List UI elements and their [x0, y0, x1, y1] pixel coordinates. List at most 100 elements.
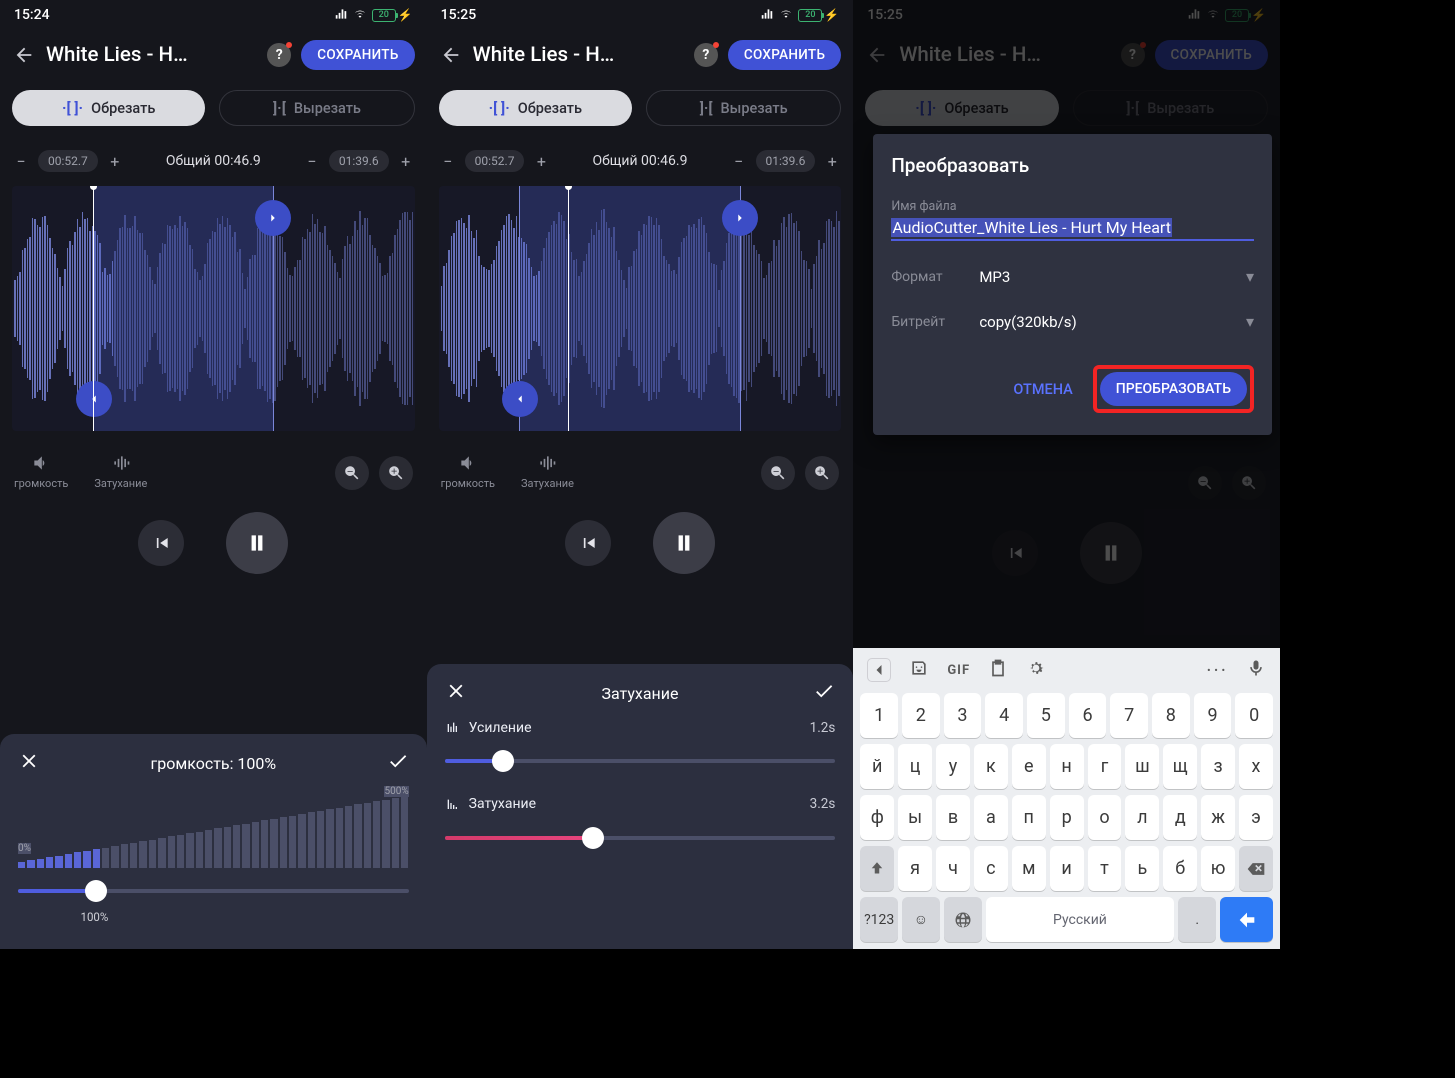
key-н[interactable]: н	[1050, 744, 1084, 789]
trim-button[interactable]: ·[ ]·Обрезать	[12, 90, 205, 126]
key-7[interactable]: 7	[1110, 693, 1148, 738]
enter-key[interactable]	[1220, 897, 1273, 942]
key-5[interactable]: 5	[1027, 693, 1065, 738]
handle-left[interactable]	[502, 381, 538, 417]
key-я[interactable]: я	[898, 846, 932, 891]
space-key[interactable]: Русский	[986, 897, 1175, 942]
key-е[interactable]: е	[1012, 744, 1046, 789]
lang-key[interactable]	[944, 897, 982, 942]
key-4[interactable]: 4	[985, 693, 1023, 738]
playhead[interactable]	[93, 186, 94, 431]
fade-in-slider[interactable]	[445, 746, 836, 776]
selection-range[interactable]	[93, 186, 274, 431]
key-ж[interactable]: ж	[1201, 795, 1235, 840]
zoom-out-button[interactable]	[335, 456, 369, 490]
cut-button[interactable]: ]·[Вырезать	[219, 90, 414, 126]
trim-button[interactable]: ·[ ]·Обрезать	[439, 90, 632, 126]
key-к[interactable]: к	[974, 744, 1008, 789]
fade-button[interactable]: Затухание	[521, 453, 574, 490]
start-minus-button[interactable]: −	[12, 152, 30, 170]
key-й[interactable]: й	[860, 744, 894, 789]
key-с[interactable]: с	[974, 846, 1008, 891]
key-з[interactable]: з	[1201, 744, 1235, 789]
key-х[interactable]: х	[1239, 744, 1273, 789]
filename-field[interactable]: AudioCutter_White Lies - Hurt My Heart	[891, 216, 1254, 241]
end-time[interactable]: 01:39.6	[329, 150, 389, 172]
cancel-button[interactable]: ОТМЕНА	[1007, 373, 1078, 406]
symbols-key[interactable]: ?123	[860, 897, 898, 942]
back-button[interactable]	[439, 43, 463, 67]
key-г[interactable]: г	[1088, 744, 1122, 789]
volume-button[interactable]: громкость	[14, 453, 68, 490]
key-и[interactable]: и	[1050, 846, 1084, 891]
start-time[interactable]: 00:52.7	[38, 150, 98, 172]
cut-button[interactable]: ]·[Вырезать	[646, 90, 841, 126]
start-plus-button[interactable]: +	[106, 152, 124, 170]
sticker-icon[interactable]	[909, 658, 929, 682]
zoom-out-button[interactable]	[761, 456, 795, 490]
key-8[interactable]: 8	[1152, 693, 1190, 738]
confirm-icon[interactable]	[387, 750, 409, 776]
confirm-icon[interactable]	[813, 680, 835, 706]
backspace-key[interactable]	[1239, 846, 1273, 891]
zoom-in-button[interactable]	[379, 456, 413, 490]
key-т[interactable]: т	[1088, 846, 1122, 891]
mic-icon[interactable]	[1246, 658, 1266, 682]
key-ф[interactable]: ф	[860, 795, 894, 840]
key-ц[interactable]: ц	[898, 744, 932, 789]
key-ш[interactable]: ш	[1125, 744, 1159, 789]
key-ь[interactable]: ь	[1125, 846, 1159, 891]
end-plus-button[interactable]: +	[397, 152, 415, 170]
key-м[interactable]: м	[1012, 846, 1046, 891]
key-в[interactable]: в	[936, 795, 970, 840]
period-key[interactable]: .	[1178, 897, 1216, 942]
close-icon[interactable]	[445, 680, 467, 706]
emoji-key[interactable]: ☺	[902, 897, 940, 942]
waveform[interactable]: 01:18.9	[439, 186, 842, 431]
gear-icon[interactable]	[1026, 658, 1046, 682]
key-ы[interactable]: ы	[898, 795, 932, 840]
clipboard-icon[interactable]	[988, 658, 1008, 682]
handle-left[interactable]	[76, 381, 112, 417]
skip-start-button[interactable]	[138, 520, 184, 566]
key-п[interactable]: п	[1012, 795, 1046, 840]
end-minus-button[interactable]: −	[303, 152, 321, 170]
back-button[interactable]	[12, 43, 36, 67]
keyboard[interactable]: GIF ··· 1234567890 йцукенгшщзх фывапролд…	[853, 648, 1280, 949]
handle-right[interactable]	[255, 200, 291, 236]
key-б[interactable]: б	[1163, 846, 1197, 891]
key-л[interactable]: л	[1125, 795, 1159, 840]
key-ю[interactable]: ю	[1201, 846, 1235, 891]
key-а[interactable]: а	[974, 795, 1008, 840]
volume-slider[interactable]	[18, 876, 409, 906]
fade-out-slider[interactable]	[445, 823, 836, 853]
help-button[interactable]: ?	[694, 43, 718, 67]
save-button[interactable]: СОХРАНИТЬ	[728, 40, 841, 70]
key-9[interactable]: 9	[1194, 693, 1232, 738]
convert-button[interactable]: ПРЕОБРАЗОВАТЬ	[1100, 372, 1247, 406]
gif-button[interactable]: GIF	[947, 663, 970, 678]
save-button[interactable]: СОХРАНИТЬ	[301, 40, 414, 70]
more-icon[interactable]: ···	[1206, 658, 1228, 682]
key-1[interactable]: 1	[860, 693, 898, 738]
pause-button[interactable]	[653, 512, 715, 574]
key-ч[interactable]: ч	[936, 846, 970, 891]
key-д[interactable]: д	[1163, 795, 1197, 840]
key-р[interactable]: р	[1050, 795, 1084, 840]
shift-key[interactable]	[860, 846, 894, 891]
help-button[interactable]: ?	[267, 43, 291, 67]
volume-button[interactable]: громкость	[441, 453, 495, 490]
fade-button[interactable]: Затухание	[94, 453, 147, 490]
key-3[interactable]: 3	[944, 693, 982, 738]
close-icon[interactable]	[18, 750, 40, 776]
zoom-in-button[interactable]	[805, 456, 839, 490]
key-щ[interactable]: щ	[1163, 744, 1197, 789]
key-о[interactable]: о	[1088, 795, 1122, 840]
waveform[interactable]: 01:03.4	[12, 186, 415, 431]
key-6[interactable]: 6	[1069, 693, 1107, 738]
key-2[interactable]: 2	[902, 693, 940, 738]
kb-collapse-button[interactable]	[867, 658, 891, 682]
key-у[interactable]: у	[936, 744, 970, 789]
skip-start-button[interactable]	[565, 520, 611, 566]
handle-right[interactable]	[722, 200, 758, 236]
